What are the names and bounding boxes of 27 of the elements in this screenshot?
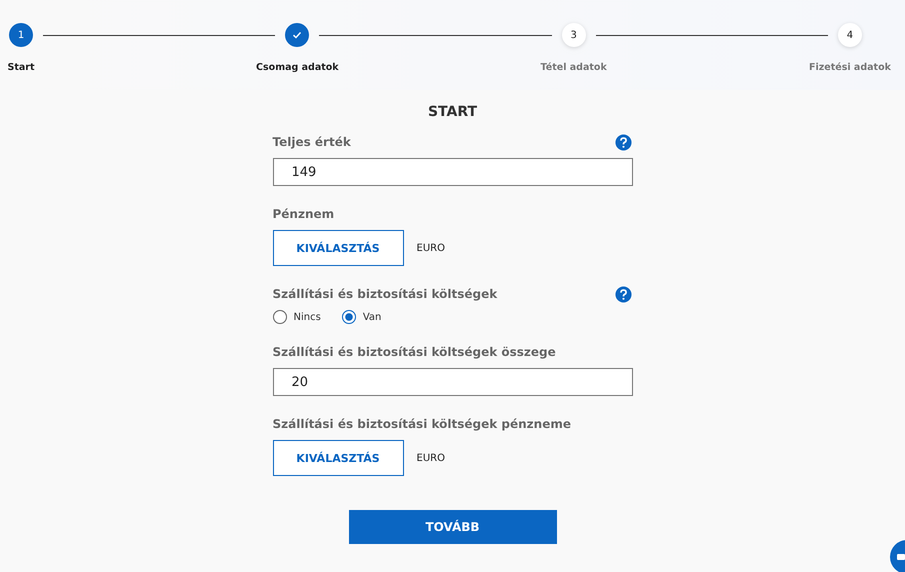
radio-button[interactable]: [272, 310, 286, 324]
input-field[interactable]: 20: [272, 368, 632, 396]
message-icon: [896, 552, 905, 562]
step-label: Fizetési adatok: [809, 62, 891, 73]
radio-label[interactable]: Nincs: [294, 312, 321, 322]
step-number: 1: [9, 23, 33, 47]
field-label: Szállítási és biztosítási költségek összege: [272, 345, 556, 359]
help-icon[interactable]: [614, 134, 632, 150]
help-icon[interactable]: [614, 286, 632, 302]
select-button[interactable]: KIVÁLASZTÁS: [272, 230, 404, 266]
form-title: START: [426, 104, 478, 120]
next-button[interactable]: TOVÁBB: [348, 510, 556, 544]
radio-button[interactable]: [342, 310, 356, 324]
selected-value: EURO: [416, 452, 445, 464]
step-label: Tétel adatok: [540, 62, 607, 73]
field-label: Teljes érték: [272, 135, 351, 149]
select-button[interactable]: KIVÁLASZTÁS: [272, 440, 404, 476]
radio-label[interactable]: Van: [362, 312, 382, 322]
field-label: Szállítási és biztosítási költségek pénzneme: [272, 417, 571, 431]
step-number: 3: [562, 23, 586, 47]
step-label: Csomag adatok: [256, 62, 339, 73]
step-number: 4: [838, 23, 862, 47]
step-label: Start: [7, 62, 35, 73]
selected-value: EURO: [416, 242, 445, 254]
input-field[interactable]: 149: [272, 158, 632, 186]
field-label: Pénznem: [272, 207, 334, 221]
field-label: Szállítási és biztosítási költségek: [272, 287, 498, 301]
